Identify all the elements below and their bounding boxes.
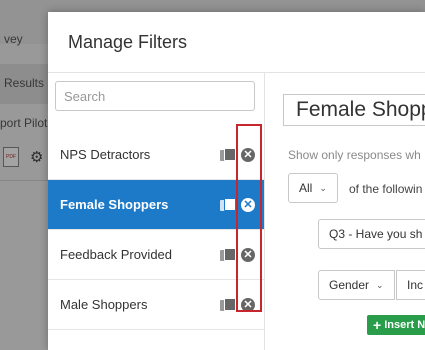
insert-condition-button[interactable]: + Insert New Cond [367,315,425,335]
match-select-value: All [299,181,313,195]
copy-icon[interactable] [220,298,236,312]
chevron-down-icon: ⌄ [319,182,327,193]
filter-item-female-shoppers[interactable]: Female Shoppers ✕ [48,180,264,230]
remove-icon[interactable]: ✕ [241,248,255,262]
field-select[interactable]: Gender ⌄ [318,270,395,300]
modal-title: Manage Filters [68,32,188,52]
search-input[interactable] [55,81,255,111]
insert-condition-label: Insert New Cond [384,319,425,331]
filter-editor-pane: Show only responses wh All ⌄ of the foll… [265,73,425,350]
remove-icon[interactable]: ✕ [241,198,255,212]
condition-text: of the followin [349,182,423,196]
filter-item-nps-detractors[interactable]: NPS Detractors ✕ [48,130,264,180]
filter-item-male-shoppers[interactable]: Male Shoppers ✕ [48,280,264,330]
field-select-value: Gender [329,278,370,292]
question-select[interactable]: Q3 - Have you sh [318,219,425,249]
filter-name-input[interactable] [283,94,425,126]
question-select-value: Q3 - Have you sh [329,227,423,241]
match-select[interactable]: All ⌄ [288,173,338,203]
copy-icon[interactable] [220,198,236,212]
operator-select-value: Inc [407,278,424,292]
filter-list: NPS Detractors ✕ Female Shoppers ✕ Feedb… [48,130,264,330]
chevron-down-icon: ⌄ [376,279,384,290]
remove-icon[interactable]: ✕ [241,298,255,312]
filter-list-pane: NPS Detractors ✕ Female Shoppers ✕ Feedb… [48,73,265,350]
copy-icon[interactable] [220,248,236,262]
copy-icon[interactable] [220,148,236,162]
remove-icon[interactable]: ✕ [241,148,255,162]
manage-filters-modal: Manage Filters NPS Detractors ✕ Female S… [48,12,425,350]
filter-item-feedback-provided[interactable]: Feedback Provided ✕ [48,230,264,280]
filter-description: Show only responses wh [288,148,421,162]
plus-icon: + [373,317,382,333]
operator-select[interactable]: Inc [396,270,425,300]
